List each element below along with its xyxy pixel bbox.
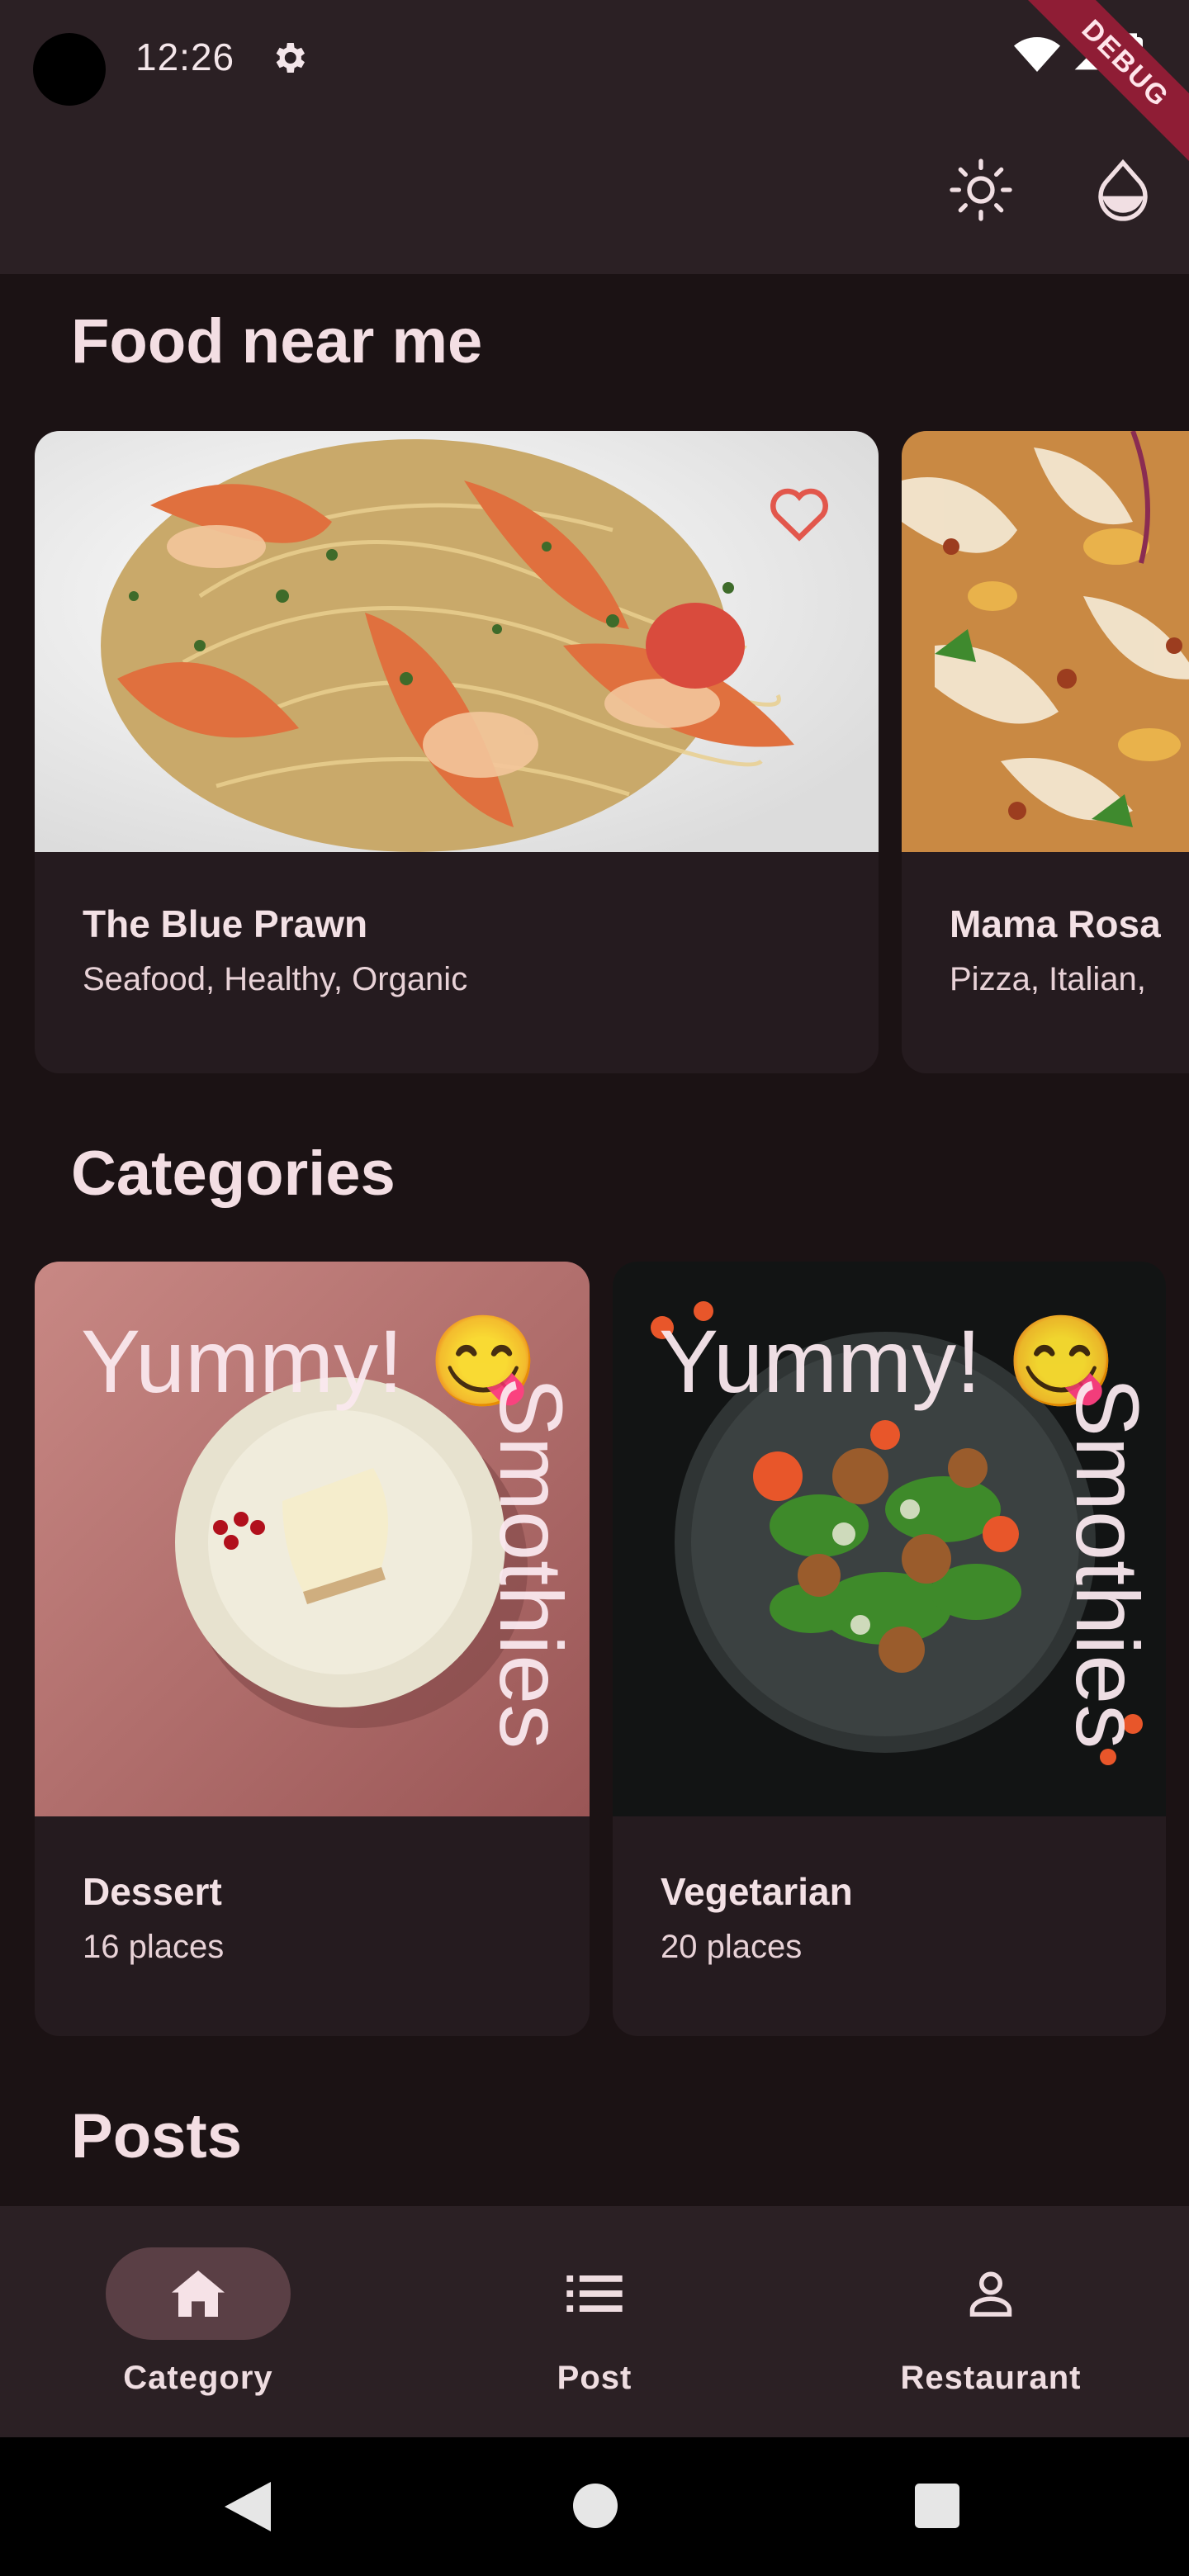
nav-label: Category bbox=[123, 2360, 273, 2396]
category-name: Dessert bbox=[83, 1870, 222, 1913]
settings-gear-icon bbox=[276, 43, 305, 73]
nav-active-indicator bbox=[106, 2247, 291, 2340]
restaurant-card[interactable]: The Blue Prawn Seafood, Healthy, Organic bbox=[35, 431, 879, 1073]
overlay-vertical-text: Smothies bbox=[1058, 1377, 1158, 1750]
nav-label: Restaurant bbox=[900, 2360, 1082, 2396]
restaurant-tags: Seafood, Healthy, Organic bbox=[83, 961, 468, 997]
nav-item-restaurant[interactable]: Restaurant bbox=[859, 2247, 1123, 2397]
brightness-icon[interactable] bbox=[948, 157, 1014, 223]
color-drop-icon[interactable] bbox=[1090, 157, 1156, 223]
system-navigation-bar bbox=[0, 2437, 1189, 2576]
debug-banner: DEBUG bbox=[1011, 0, 1189, 178]
category-name: Vegetarian bbox=[661, 1870, 853, 1913]
restaurant-tags: Pizza, Italian, bbox=[950, 961, 1146, 997]
category-count: 16 places bbox=[83, 1929, 225, 1965]
favorite-heart-icon[interactable] bbox=[766, 482, 832, 542]
section-title-food-near-me: Food near me bbox=[71, 306, 483, 376]
status-time: 12:26 bbox=[135, 36, 235, 78]
home-icon bbox=[172, 2271, 225, 2317]
restaurant-card[interactable]: Mama Rosa Pizza, Italian, bbox=[902, 431, 1189, 1073]
category-card[interactable]: Yummy! 😋 Smothies Vegetarian 20 places bbox=[613, 1262, 1166, 2036]
overlay-yummy-text: Yummy! 😋 bbox=[81, 1311, 539, 1411]
back-icon[interactable] bbox=[225, 2482, 271, 2531]
restaurant-name: The Blue Prawn bbox=[83, 902, 368, 945]
restaurant-image-pizza bbox=[902, 431, 1189, 852]
category-card[interactable]: Yummy! 😋 Smothies Dessert 16 places bbox=[35, 1262, 590, 2036]
overlay-vertical-text: Smothies bbox=[481, 1377, 581, 1750]
wifi-icon bbox=[1014, 37, 1060, 72]
section-title-categories: Categories bbox=[71, 1139, 396, 1209]
scroll-content[interactable]: Food near me The Blue Prawn Seafood, Hea… bbox=[0, 274, 1189, 2206]
nav-label: Post bbox=[557, 2360, 632, 2396]
restaurant-name: Mama Rosa bbox=[950, 902, 1161, 945]
overlay-yummy-text: Yummy! 😋 bbox=[659, 1311, 1117, 1411]
category-count: 20 places bbox=[661, 1929, 803, 1965]
camera-cutout bbox=[33, 33, 106, 106]
nav-item-post[interactable]: Post bbox=[462, 2247, 727, 2397]
list-icon bbox=[566, 2275, 623, 2312]
nav-item-category[interactable]: Category bbox=[66, 2247, 330, 2397]
section-title-posts: Posts bbox=[71, 2101, 242, 2171]
restaurant-image-prawn-pasta bbox=[35, 431, 879, 852]
person-icon bbox=[969, 2271, 1012, 2317]
home-circle-icon[interactable] bbox=[573, 2484, 618, 2528]
top-app-bar: 12:26 DEBUG bbox=[0, 0, 1189, 274]
recents-square-icon[interactable] bbox=[915, 2484, 959, 2528]
bottom-navigation-bar: Category Post Restaurant bbox=[0, 2206, 1189, 2437]
